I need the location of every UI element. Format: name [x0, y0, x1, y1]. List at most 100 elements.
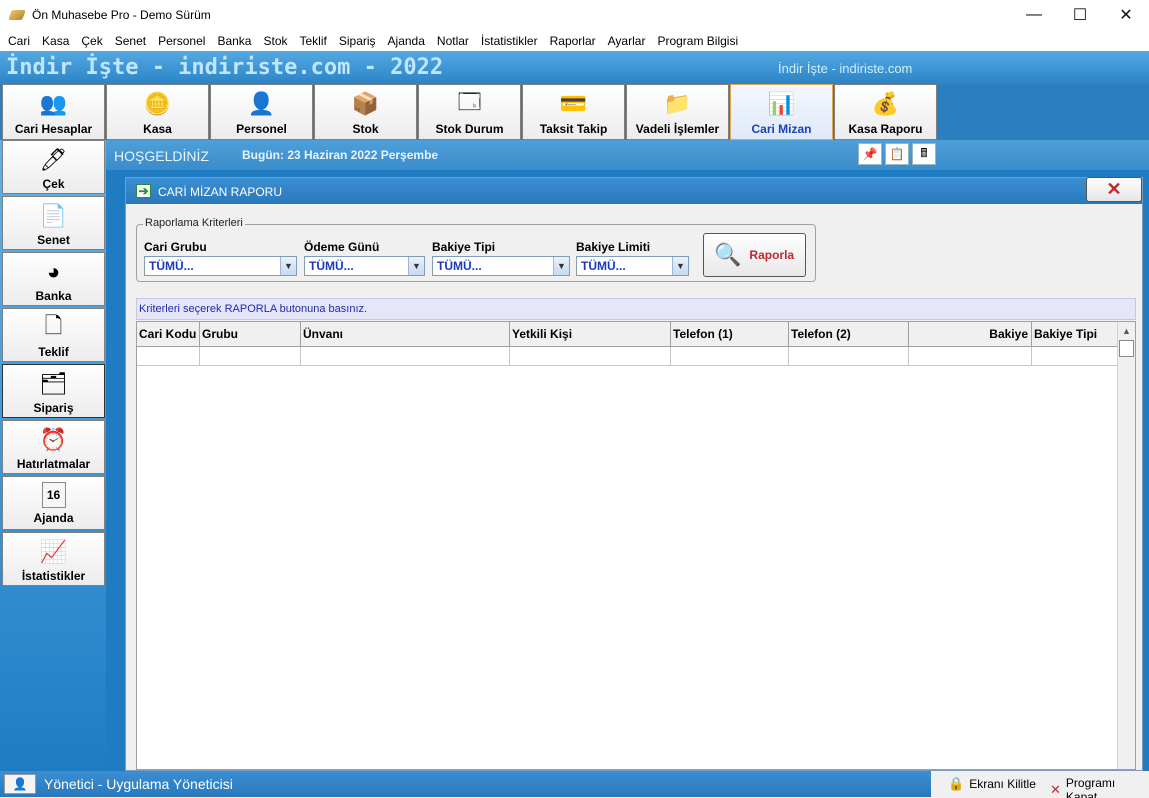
table-cell[interactable] — [510, 347, 671, 366]
menu-cari[interactable]: Cari — [2, 34, 36, 48]
title-bar: Ön Muhasebe Pro - Demo Sürüm — ☐ ✕ — [0, 0, 1149, 30]
toolbar-personel[interactable]: 👤 Personel — [210, 84, 313, 140]
maximize-button[interactable]: ☐ — [1057, 0, 1103, 30]
bakiye-tipi-select[interactable]: TÜMÜ... ▼ — [432, 256, 570, 276]
check-icon: 🖊 — [39, 147, 68, 172]
folder-icon: 📁 — [663, 91, 692, 116]
col-grubu[interactable]: Grubu — [200, 322, 301, 347]
menu-ajanda[interactable]: Ajanda — [382, 34, 431, 48]
status-bar: 👤 Yönetici - Uygulama Yöneticisi 🔒 Ekran… — [0, 771, 1149, 798]
toolbar-label: Cari Mizan — [751, 122, 812, 136]
menu-senet[interactable]: Senet — [109, 34, 152, 48]
today-date: Bugün: 23 Haziran 2022 Perşembe — [242, 148, 439, 162]
lock-screen-label: Ekranı Kilitle — [969, 777, 1036, 791]
toolbar-label: Stok — [352, 122, 379, 136]
toolbar-kasa[interactable]: 🪙 Kasa — [106, 84, 209, 140]
sidebar-item-teklif[interactable]: 🗋 Teklif — [2, 308, 105, 362]
sidebar-item-istatistikler[interactable]: 📈 İstatistikler — [2, 532, 105, 586]
vertical-scrollbar[interactable]: ▲ — [1117, 322, 1135, 769]
bakiye-limiti-select[interactable]: TÜMÜ... ▼ — [576, 256, 689, 276]
exit-program-button[interactable]: ✕ Programı Kapat — [1050, 776, 1149, 798]
notes-icon[interactable]: 📋 — [885, 143, 909, 165]
menu-siparis[interactable]: Sipariş — [333, 34, 382, 48]
close-window-button[interactable]: ✕ — [1103, 0, 1149, 30]
menu-banka[interactable]: Banka — [211, 34, 257, 48]
sidebar-item-hatirlatmalar[interactable]: ⏰ Hatırlatmalar — [2, 420, 105, 474]
sidebar-item-cek[interactable]: 🖊 Çek — [2, 140, 105, 194]
col-bakiye-tipi[interactable]: Bakiye Tipi — [1032, 322, 1118, 347]
table-cell[interactable] — [1032, 347, 1118, 366]
col-telefon-2[interactable]: Telefon (2) — [789, 322, 909, 347]
sidebar-item-siparis[interactable]: 🗂 Sipariş — [2, 364, 105, 418]
menu-istatistikler[interactable]: İstatistikler — [475, 34, 544, 48]
col-unvani[interactable]: Ünvanı — [301, 322, 510, 347]
toolbar-taksit-takip[interactable]: 💳 Taksit Takip — [522, 84, 625, 140]
calculator-icon[interactable]: 🖩 — [912, 143, 936, 165]
menu-program-bilgisi[interactable]: Program Bilgisi — [651, 34, 744, 48]
table-cell[interactable] — [789, 347, 909, 366]
table-cell[interactable] — [301, 347, 510, 366]
cari-grubu-select[interactable]: TÜMÜ... ▼ — [144, 256, 297, 276]
chevron-down-icon[interactable]: ▼ — [672, 257, 688, 275]
arrow-right-icon: ➔ — [136, 184, 151, 198]
table-row[interactable] — [137, 347, 1118, 366]
sidebar-item-ajanda[interactable]: 16 Ajanda — [2, 476, 105, 530]
sidebar-item-label: Çek — [42, 177, 65, 191]
toolbar-kasa-raporu[interactable]: 💰 Kasa Raporu — [834, 84, 937, 140]
menu-notlar[interactable]: Notlar — [431, 34, 475, 48]
current-user: Yönetici - Uygulama Yöneticisi — [44, 776, 233, 792]
sidebar-item-banka[interactable]: ◕ Banka — [2, 252, 105, 306]
menu-stok[interactable]: Stok — [257, 34, 293, 48]
menu-raporlar[interactable]: Raporlar — [544, 34, 602, 48]
menu-kasa[interactable]: Kasa — [36, 34, 75, 48]
toolbar-label: Kasa Raporu — [848, 122, 923, 136]
scroll-up-icon[interactable]: ▲ — [1118, 322, 1135, 339]
person-icon: 👤 — [247, 91, 276, 116]
sidebar-item-label: Banka — [35, 289, 72, 303]
sidebar-item-label: Ajanda — [33, 511, 74, 525]
note-icon: 📄 — [39, 203, 68, 228]
chevron-down-icon[interactable]: ▼ — [280, 257, 296, 275]
chevron-down-icon[interactable]: ▼ — [553, 257, 569, 275]
toolbar-stok[interactable]: 📦 Stok — [314, 84, 417, 140]
table-cell[interactable] — [671, 347, 789, 366]
exit-program-label: Programı Kapat — [1065, 776, 1116, 798]
scroll-thumb[interactable] — [1119, 340, 1134, 357]
table-cell[interactable] — [200, 347, 301, 366]
report-table[interactable]: Cari Kodu Grubu Ünvanı Yetkili Kişi Tele… — [136, 321, 1136, 770]
sidebar-item-label: İstatistikler — [21, 569, 86, 583]
menu-teklif[interactable]: Teklif — [294, 34, 333, 48]
col-yetkili-kisi[interactable]: Yetkili Kişi — [510, 322, 671, 347]
col-cari-kodu[interactable]: Cari Kodu — [137, 322, 200, 347]
raporla-button[interactable]: 🔍 Raporla — [703, 233, 806, 277]
lock-screen-button[interactable]: 🔒 Ekranı Kilitle — [948, 776, 1036, 792]
page-icon: 🗋 — [44, 313, 63, 338]
user-icon: 👤 — [4, 774, 36, 794]
toolbar-vadeli-islemler[interactable]: 📁 Vadeli İşlemler — [626, 84, 729, 140]
banner-subtitle: İndir İşte - indiriste.com — [778, 61, 913, 76]
calendar-note-icon[interactable]: 📌 — [858, 143, 882, 165]
menu-bar: Cari Kasa Çek Senet Personel Banka Stok … — [0, 30, 1149, 51]
menu-cek[interactable]: Çek — [75, 34, 108, 48]
menu-personel[interactable]: Personel — [152, 34, 211, 48]
col-bakiye[interactable]: Bakiye — [909, 322, 1032, 347]
report-panel: ➔ CARİ MİZAN RAPORU ✕ Raporlama Kriterle… — [125, 177, 1143, 771]
lock-icon: 🔒 — [948, 776, 965, 791]
table-cell[interactable] — [137, 347, 200, 366]
chevron-down-icon[interactable]: ▼ — [408, 257, 424, 275]
close-panel-button[interactable]: ✕ — [1086, 177, 1142, 202]
col-telefon-1[interactable]: Telefon (1) — [671, 322, 789, 347]
toolbar-cari-hesaplar[interactable]: 👥 Cari Hesaplar — [2, 84, 105, 140]
toolbar-label: Taksit Takip — [539, 122, 608, 136]
toolbar-label: Kasa — [143, 122, 172, 136]
odeme-gunu-select[interactable]: TÜMÜ... ▼ — [304, 256, 425, 276]
clock-icon: ⏰ — [39, 427, 68, 452]
sidebar: 🖊 Çek 📄 Senet ◕ Banka 🗋 Teklif 🗂 Sipariş… — [0, 140, 106, 771]
menu-ayarlar[interactable]: Ayarlar — [602, 34, 652, 48]
minimize-button[interactable]: — — [1011, 0, 1057, 30]
bakiye-tipi-value: TÜMÜ... — [437, 259, 482, 273]
table-cell[interactable] — [909, 347, 1032, 366]
sidebar-item-senet[interactable]: 📄 Senet — [2, 196, 105, 250]
toolbar-stok-durum[interactable]: 🗔 Stok Durum — [418, 84, 521, 140]
toolbar-cari-mizan[interactable]: 📊 Cari Mizan — [730, 84, 833, 140]
